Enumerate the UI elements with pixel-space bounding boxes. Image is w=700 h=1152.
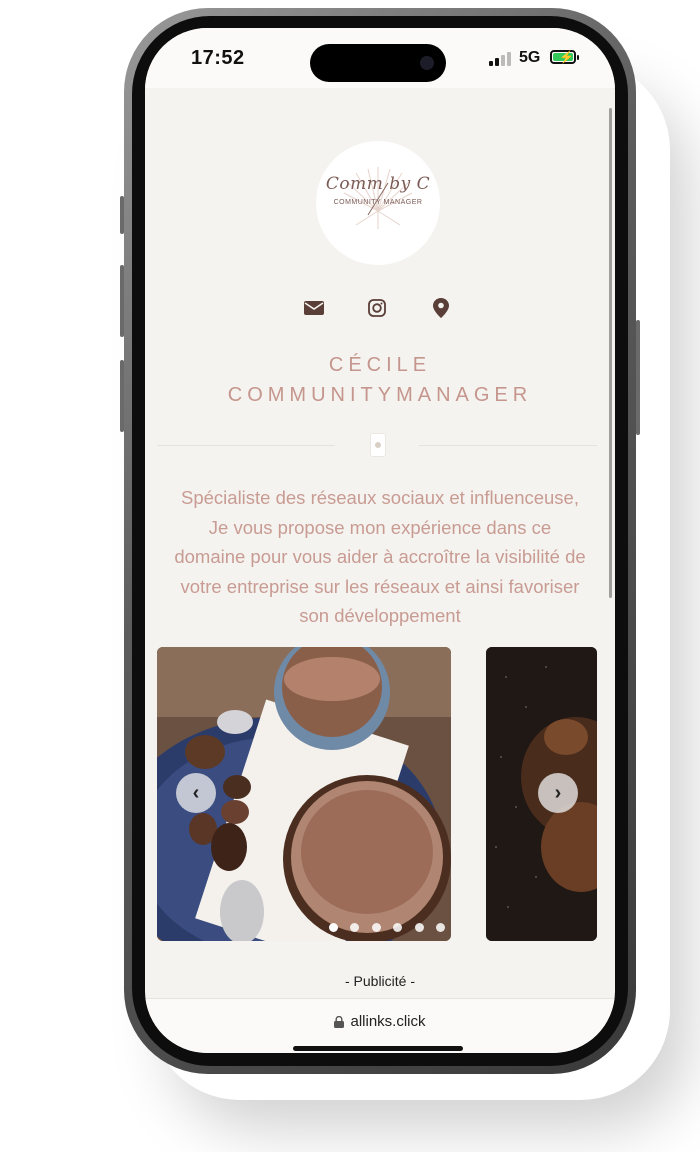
volume-up-button [120, 265, 124, 337]
url-display[interactable]: allinks.click [145, 1013, 615, 1030]
browser-url-bar[interactable]: allinks.click [145, 998, 615, 1053]
profile-name-line2: COMMUNITYMANAGER [227, 384, 533, 406]
divider-icon [371, 434, 385, 456]
dynamic-island [310, 44, 446, 82]
instagram-link[interactable] [362, 293, 392, 323]
volume-down-button [120, 360, 124, 432]
divider-right [419, 445, 597, 446]
battery-icon: ⚡ [550, 50, 579, 64]
bio-line: Spécialiste des réseaux sociaux et influ… [181, 487, 579, 508]
home-indicator[interactable] [293, 1046, 463, 1051]
email-link[interactable] [299, 293, 329, 323]
ad-label: - Publicité - [344, 973, 416, 989]
instagram-icon [368, 299, 386, 317]
url-text: allinks.click [350, 1013, 426, 1030]
profile-logo: Comm by C COMMUNITY MANAGER [316, 141, 440, 265]
network-type: 5G [519, 49, 541, 66]
bio-line: Je vous propose mon expérience dans ce [208, 516, 552, 538]
carousel-dots [329, 919, 453, 932]
status-bar: 17:52 5G ⚡ [145, 28, 615, 88]
front-camera [420, 56, 434, 70]
scrollbar[interactable] [609, 108, 612, 598]
lock-icon [334, 1016, 345, 1029]
carousel-next-button[interactable]: › [538, 773, 578, 813]
location-link[interactable] [426, 293, 456, 323]
carousel-prev-button[interactable]: ‹ [176, 773, 216, 813]
carousel-dot[interactable] [371, 923, 381, 932]
signal-icon [489, 50, 513, 66]
phone-screen: 17:52 5G ⚡ Comm by C COMMUNITY MANAGER C… [145, 28, 615, 1053]
action-button [120, 196, 124, 234]
carousel-dot[interactable] [414, 923, 424, 932]
envelope-icon [304, 301, 324, 315]
power-button [636, 320, 640, 435]
divider-left [157, 445, 335, 446]
logo-subtext: COMMUNITY MANAGER [333, 199, 423, 206]
stage: 17:52 5G ⚡ Comm by C COMMUNITY MANAGER C… [0, 0, 700, 1152]
profile-name-line1: CÉCILE [328, 354, 432, 376]
bio-line: son développement [299, 605, 461, 626]
profile-bio: Spécialiste des réseaux sociaux et influ… [155, 483, 605, 631]
logo-text: Comm by C [325, 174, 431, 194]
bio-line: votre entreprise sur les réseaux et ains… [180, 575, 580, 597]
location-pin-icon [433, 298, 449, 318]
page-content[interactable]: Comm by C COMMUNITY MANAGER CÉCILE COMMU… [145, 88, 615, 998]
carousel-dot[interactable] [329, 923, 338, 932]
status-time: 17:52 [191, 47, 245, 69]
social-links [145, 293, 615, 323]
bio-line: domaine pour vous aider à accroître la v… [174, 546, 586, 567]
